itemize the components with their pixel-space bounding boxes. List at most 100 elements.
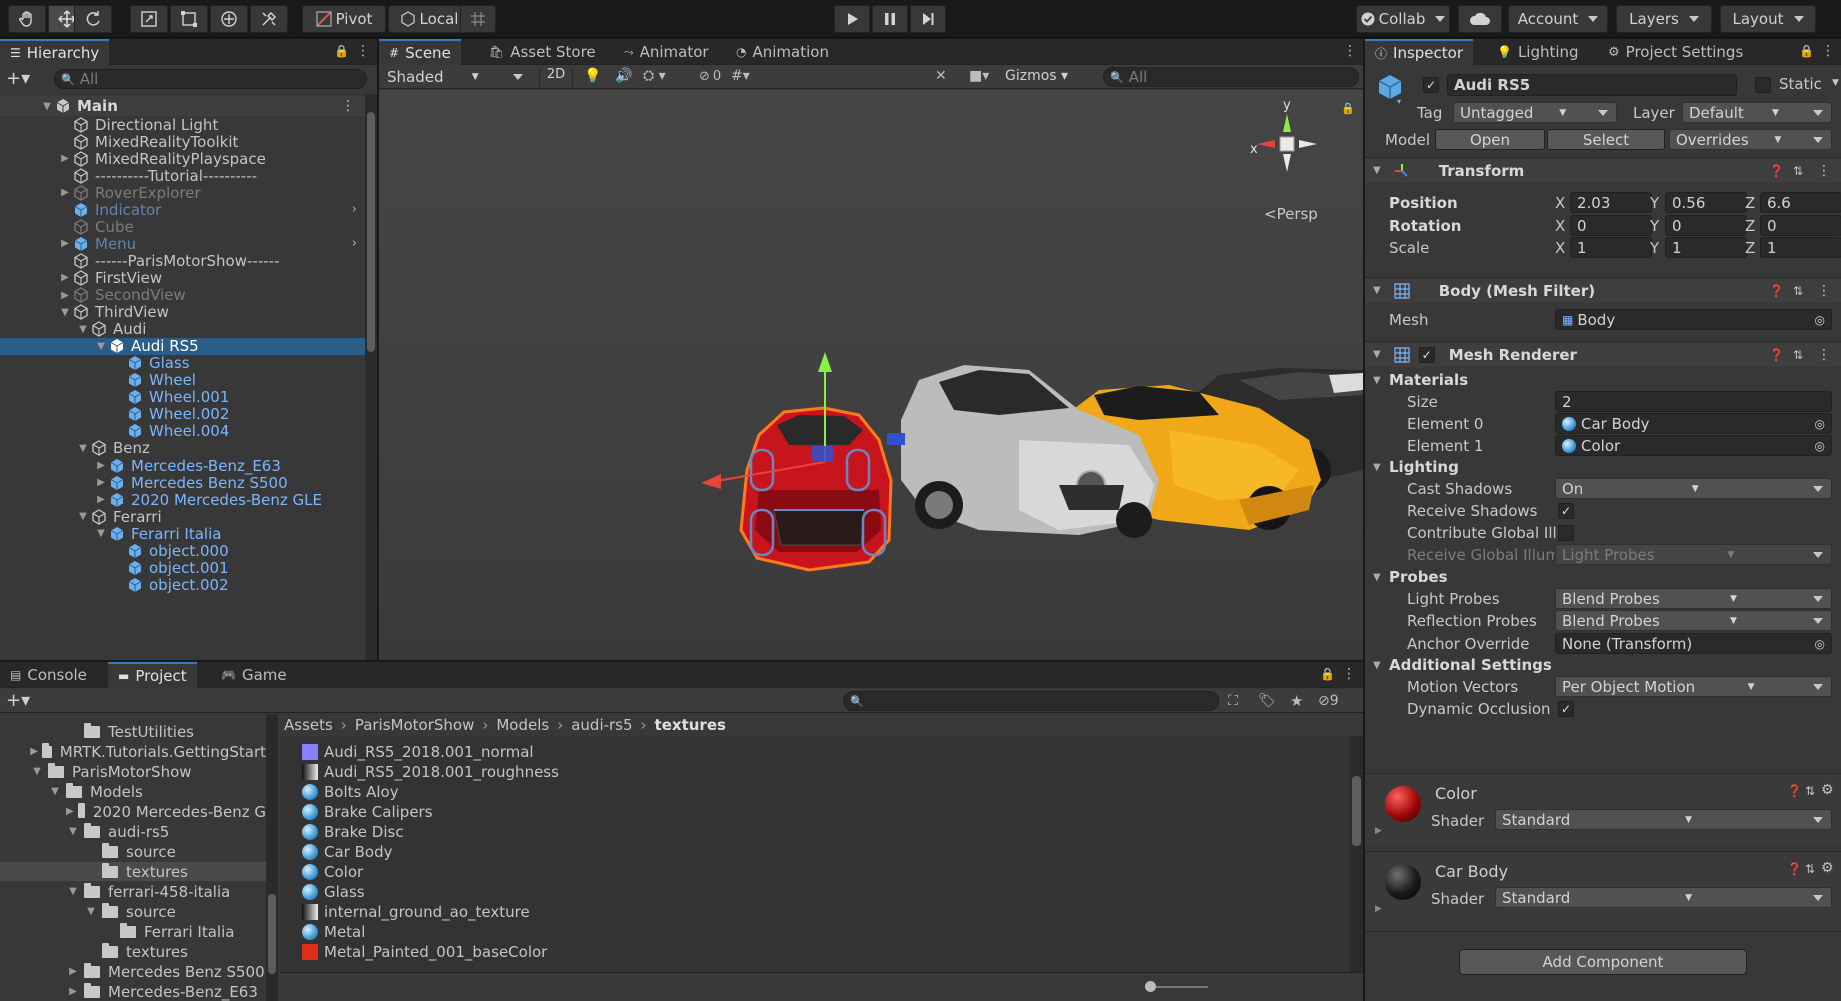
filter-by-label-icon[interactable]: 🏷 xyxy=(1258,693,1276,709)
hierarchy-item[interactable]: ▼ Benz xyxy=(0,438,365,458)
hierarchy-search-input[interactable]: 🔍 All xyxy=(54,69,367,89)
hierarchy-item[interactable]: Directional Light xyxy=(0,116,365,134)
expand-arrow-icon[interactable]: ▶ xyxy=(66,962,80,982)
project-folder-item[interactable]: ▼ ferrari-458-italia xyxy=(0,882,266,901)
breadcrumb-item[interactable]: Assets xyxy=(284,716,333,734)
create-plus-icon[interactable]: +▾ xyxy=(6,690,30,711)
hierarchy-item[interactable]: ▶ Mercedes-Benz_E63 xyxy=(0,457,365,475)
collapse-arrow-icon[interactable]: ▼ xyxy=(1373,660,1381,671)
project-folder-item[interactable]: ▶ 2020 Mercedes-Benz G xyxy=(0,802,266,821)
hierarchy-item[interactable]: ▶ RoverExplorer xyxy=(0,184,365,202)
expand-arrow-icon[interactable]: ▼ xyxy=(76,319,90,339)
hierarchy-scrollbar[interactable] xyxy=(365,94,377,660)
tab-lighting[interactable]: 💡 Lighting xyxy=(1487,39,1589,65)
effects-toggle-icon[interactable]: ⛭ ▾ xyxy=(643,68,666,84)
hierarchy-item[interactable]: ▶ MixedRealityPlayspace xyxy=(0,150,365,168)
tab-animation[interactable]: ◔ Animation xyxy=(726,39,839,65)
asset-item[interactable]: Metal_Painted_001_baseColor xyxy=(302,942,1350,961)
panel-menu-icon[interactable]: ⋮ xyxy=(1342,666,1356,682)
scale-tool-icon[interactable] xyxy=(130,5,168,33)
hidden-objects-icon[interactable]: ⊘ 0 xyxy=(699,69,721,84)
lock-icon[interactable]: 🔒 xyxy=(1320,667,1335,681)
dynamic-occlusion-checkbox[interactable]: ✓ xyxy=(1558,701,1574,717)
filter-by-type-icon[interactable]: ⛶ xyxy=(1228,693,1238,709)
project-folder-item[interactable]: textures xyxy=(0,942,266,961)
presets-icon[interactable]: ⇅ xyxy=(1793,164,1803,178)
axis-x-label[interactable]: X xyxy=(1555,239,1565,257)
create-plus-icon[interactable]: +▾ xyxy=(6,68,30,89)
play-icon[interactable] xyxy=(834,5,870,33)
custom-tool-icon[interactable] xyxy=(250,5,288,33)
breadcrumb-item[interactable]: Models xyxy=(496,716,549,734)
pivot-toggle[interactable]: Pivot xyxy=(302,5,386,33)
hierarchy-item[interactable]: object.000 xyxy=(0,542,365,560)
lock-icon[interactable]: 🔒 xyxy=(1799,44,1814,58)
account-dropdown[interactable]: Account xyxy=(1508,5,1608,33)
asset-item[interactable]: Bolts Aloy xyxy=(302,782,1350,801)
asset-scrollbar[interactable] xyxy=(1350,736,1363,972)
motion-vectors-dropdown[interactable]: Per Object Motion ▼ xyxy=(1555,676,1832,697)
expand-arrow-icon[interactable]: ▼ xyxy=(94,336,108,356)
mesh-renderer-enabled-checkbox[interactable]: ✓ xyxy=(1418,346,1435,363)
mesh-filter-header[interactable]: ▼ Body (Mesh Filter) ❓ ⇅ ⋮ xyxy=(1365,277,1841,303)
project-folder-item[interactable]: ▶ Mercedes Benz S500 xyxy=(0,962,266,981)
axis-y-label[interactable]: Y xyxy=(1650,217,1659,235)
project-folder-item[interactable]: ▼ Models xyxy=(0,782,266,801)
expand-arrow-icon[interactable]: ▼ xyxy=(30,762,44,782)
tab-hierarchy[interactable]: ☰ Hierarchy xyxy=(0,39,110,65)
hierarchy-item[interactable]: Glass xyxy=(0,354,365,372)
materials-section-label[interactable]: Materials xyxy=(1389,371,1468,389)
car-audi-rs5-model[interactable] xyxy=(739,406,893,572)
static-checkbox[interactable] xyxy=(1755,77,1771,93)
grid-snap-icon[interactable] xyxy=(460,5,496,33)
panel-menu-icon[interactable]: ⋮ xyxy=(356,43,370,59)
axis-x-label[interactable]: X xyxy=(1555,217,1565,235)
tab-scene[interactable]: # Scene xyxy=(379,39,461,65)
chevron-right-icon[interactable]: › xyxy=(352,202,357,217)
hierarchy-item[interactable]: Indicator › xyxy=(0,201,365,219)
probes-section-label[interactable]: Probes xyxy=(1389,568,1448,586)
expand-arrow-icon[interactable]: ▶ xyxy=(1375,826,1382,836)
breadcrumb-item[interactable]: ParisMotorShow xyxy=(355,716,475,734)
layers-dropdown[interactable]: Layers xyxy=(1616,5,1712,33)
scene-menu-icon[interactable]: ⋮ xyxy=(341,98,355,114)
tab-inspector[interactable]: ⓘ Inspector xyxy=(1365,39,1473,65)
hierarchy-item[interactable]: ▼ Ferarri xyxy=(0,508,365,526)
hierarchy-item[interactable]: object.001 xyxy=(0,559,365,577)
shading-mode-dropdown[interactable]: Shaded ▼ xyxy=(381,66,531,87)
expand-arrow-icon[interactable]: ▼ xyxy=(58,302,72,322)
hierarchy-item[interactable]: Cube xyxy=(0,218,365,236)
help-icon[interactable]: ❓ xyxy=(1769,348,1784,362)
component-menu-icon[interactable]: ⋮ xyxy=(1817,163,1831,179)
hierarchy-item[interactable]: Wheel xyxy=(0,371,365,389)
rotation-x-field[interactable]: 0 xyxy=(1570,215,1652,236)
hierarchy-item[interactable]: object.002 xyxy=(0,576,365,594)
anchor-override-object-field[interactable]: None (Transform) ◎ xyxy=(1555,633,1832,654)
hierarchy-item[interactable]: ----------Tutorial---------- xyxy=(0,167,365,185)
local-toggle[interactable]: Local xyxy=(388,5,470,33)
lighting-section-label[interactable]: Lighting xyxy=(1389,458,1459,476)
hierarchy-item[interactable]: ------ParisMotorShow------ xyxy=(0,252,365,270)
cloud-icon[interactable] xyxy=(1458,5,1502,33)
select-button[interactable]: Select xyxy=(1547,129,1665,150)
zoom-slider-handle[interactable] xyxy=(1145,981,1156,992)
expand-arrow-icon[interactable]: ▼ xyxy=(76,438,90,458)
breadcrumb-item[interactable]: audi-rs5 xyxy=(571,716,632,734)
expand-arrow-icon[interactable]: ▼ xyxy=(94,524,108,544)
position-y-field[interactable]: 0.56 xyxy=(1665,192,1747,213)
asset-item[interactable]: Color xyxy=(302,862,1350,881)
expand-arrow-icon[interactable]: ▶ xyxy=(66,802,74,822)
asset-item[interactable]: Brake Disc xyxy=(302,822,1350,841)
hidden-packages-icon[interactable]: ⊘9 xyxy=(1318,693,1339,709)
zoom-slider-track[interactable] xyxy=(1150,986,1208,988)
transform-header[interactable]: ▼ Transform ❓ ⇅ ⋮ xyxy=(1365,157,1841,183)
project-folder-item[interactable]: ▼ audi-rs5 xyxy=(0,822,266,841)
rotation-y-field[interactable]: 0 xyxy=(1665,215,1747,236)
object-picker-icon[interactable]: ◎ xyxy=(1815,637,1825,651)
step-icon[interactable] xyxy=(910,5,946,33)
object-picker-icon[interactable]: ◎ xyxy=(1815,417,1825,431)
collab-dropdown[interactable]: Collab xyxy=(1356,5,1450,33)
help-icon[interactable]: ❓ xyxy=(1769,284,1784,298)
asset-item[interactable]: internal_ground_ao_texture xyxy=(302,902,1350,921)
tab-animator[interactable]: ⤳ Animator xyxy=(614,39,719,65)
